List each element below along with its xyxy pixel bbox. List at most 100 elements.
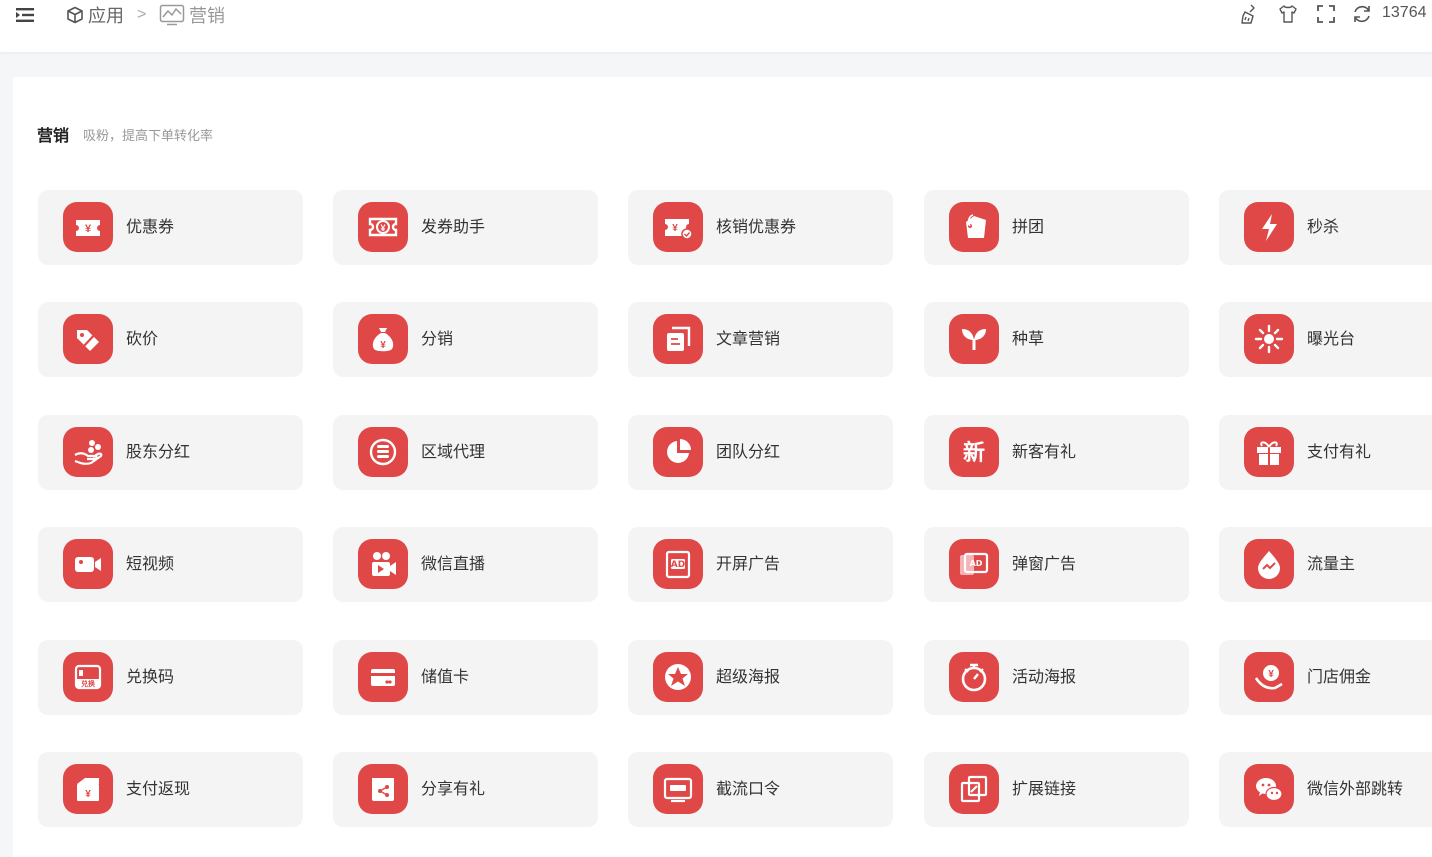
breadcrumb-apps-label: 应用 — [88, 6, 124, 26]
live-stream-icon — [358, 539, 408, 589]
app-card-label: 支付有礼 — [1307, 444, 1372, 461]
user-name[interactable]: 13764 — [1382, 4, 1427, 22]
app-card-label: 区域代理 — [421, 444, 486, 461]
app-card-label: 微信外部跳转 — [1307, 781, 1404, 798]
app-card[interactable]: 微信外部跳转 — [1219, 752, 1432, 827]
app-card-label: 流量主 — [1307, 556, 1356, 573]
share-gift-icon — [358, 764, 408, 814]
app-card-label: 截流口令 — [716, 781, 781, 798]
link-icon — [949, 764, 999, 814]
menu-fold-icon[interactable] — [14, 6, 36, 24]
app-card-label: 微信直播 — [421, 556, 486, 573]
app-card-label: 发券助手 — [421, 219, 486, 236]
redeem-code-icon: 兑换 — [63, 652, 113, 702]
app-card-label: 团队分红 — [716, 444, 781, 461]
app-card[interactable]: 种草 — [924, 302, 1189, 377]
app-card[interactable]: 拼团 — [924, 190, 1189, 265]
app-card[interactable]: 新 新客有礼 — [924, 415, 1189, 490]
app-card-label: 股东分红 — [126, 444, 191, 461]
section-description: 吸粉，提高下单转化率 — [83, 128, 214, 143]
cashback-icon: ¥ — [63, 764, 113, 814]
app-card[interactable]: 超级海报 — [628, 640, 893, 715]
breadcrumb-marketing-label: 营销 — [189, 6, 225, 26]
sprout-icon — [949, 314, 999, 364]
app-card-label: 核销优惠券 — [716, 219, 797, 236]
app-card[interactable]: ¥ 优惠券 — [38, 190, 303, 265]
stopwatch-icon — [949, 652, 999, 702]
refresh-icon[interactable] — [1350, 2, 1374, 26]
star-poster-icon — [653, 652, 703, 702]
app-card[interactable]: AD 开屏广告 — [628, 527, 893, 602]
app-card-label: 新客有礼 — [1012, 444, 1077, 461]
app-card-label: 开屏广告 — [716, 556, 781, 573]
app-card[interactable]: 曝光台 — [1219, 302, 1432, 377]
section-title: 营销 — [37, 128, 70, 145]
coupon-verify-icon: ¥ — [653, 202, 703, 252]
broom-icon[interactable] — [1238, 2, 1262, 26]
app-card[interactable]: AD 弹窗广告 — [924, 527, 1189, 602]
svg-text:¥: ¥ — [1268, 669, 1274, 680]
app-card[interactable]: 砍价 — [38, 302, 303, 377]
app-card[interactable]: ¥ 门店佣金 — [1219, 640, 1432, 715]
app-card[interactable]: ¥ 分销 — [333, 302, 598, 377]
app-card[interactable]: 团队分红 — [628, 415, 893, 490]
app-card-label: 弹窗广告 — [1012, 556, 1077, 573]
app-card[interactable]: ¥ 发券助手 — [333, 190, 598, 265]
app-card[interactable]: 股东分红 — [38, 415, 303, 490]
app-card[interactable]: 文章营销 — [628, 302, 893, 377]
app-card[interactable]: ¥ 核销优惠券 — [628, 190, 893, 265]
article-icon — [653, 314, 703, 364]
app-card[interactable]: 流量主 — [1219, 527, 1432, 602]
svg-text:¥: ¥ — [380, 340, 386, 351]
app-card[interactable]: 短视频 — [38, 527, 303, 602]
password-screen-icon — [653, 764, 703, 814]
app-card-label: 储值卡 — [421, 669, 470, 686]
tshirt-icon[interactable] — [1276, 2, 1300, 26]
app-card-label: 活动海报 — [1012, 669, 1077, 686]
sun-icon — [1244, 314, 1294, 364]
app-card-label: 分享有礼 — [421, 781, 486, 798]
app-card[interactable]: 微信直播 — [333, 527, 598, 602]
fullscreen-icon[interactable] — [1314, 2, 1338, 26]
wechat-icon — [1244, 764, 1294, 814]
app-card-label: 文章营销 — [716, 331, 781, 348]
stored-card-icon — [358, 652, 408, 702]
breadcrumb-apps[interactable]: 应用 — [66, 3, 124, 27]
app-card-label: 扩展链接 — [1012, 781, 1077, 798]
app-card-label: 分销 — [421, 331, 454, 348]
app-card[interactable]: 分享有礼 — [333, 752, 598, 827]
app-card[interactable]: 区域代理 — [333, 415, 598, 490]
app-card[interactable]: 储值卡 — [333, 640, 598, 715]
svg-text:兑换: 兑换 — [81, 679, 96, 688]
svg-text:¥: ¥ — [85, 223, 92, 235]
coupon-icon: ¥ — [63, 202, 113, 252]
app-card[interactable]: 扩展链接 — [924, 752, 1189, 827]
money-bag-icon: ¥ — [358, 314, 408, 364]
flash-sale-icon — [1244, 202, 1294, 252]
coin-stack-icon — [358, 427, 408, 477]
app-card-label: 支付返现 — [126, 781, 191, 798]
coupon-assistant-icon: ¥ — [358, 202, 408, 252]
group-buy-icon — [949, 202, 999, 252]
app-card-label: 拼团 — [1012, 219, 1045, 236]
svg-text:¥: ¥ — [85, 789, 91, 800]
top-bar: 应用 > 营销 13764 — [0, 0, 1432, 52]
ad-popup-icon: AD — [949, 539, 999, 589]
app-card[interactable]: 截流口令 — [628, 752, 893, 827]
hand-coins-icon — [63, 427, 113, 477]
app-card[interactable]: 兑换 兑换码 — [38, 640, 303, 715]
app-card[interactable]: 支付有礼 — [1219, 415, 1432, 490]
app-card[interactable]: 秒杀 — [1219, 190, 1432, 265]
breadcrumb-separator: > — [137, 6, 147, 23]
svg-text:¥: ¥ — [380, 223, 385, 233]
new-text-icon: 新 — [949, 427, 999, 477]
app-card-label: 砍价 — [126, 331, 159, 348]
bargain-icon — [63, 314, 113, 364]
svg-text:AD: AD — [970, 559, 983, 568]
pie-chart-icon — [653, 427, 703, 477]
app-card[interactable]: ¥ 支付返现 — [38, 752, 303, 827]
app-card-label: 门店佣金 — [1307, 669, 1372, 686]
breadcrumb-marketing: 营销 — [159, 3, 225, 27]
app-card[interactable]: 活动海报 — [924, 640, 1189, 715]
ad-screen-icon: AD — [653, 539, 703, 589]
